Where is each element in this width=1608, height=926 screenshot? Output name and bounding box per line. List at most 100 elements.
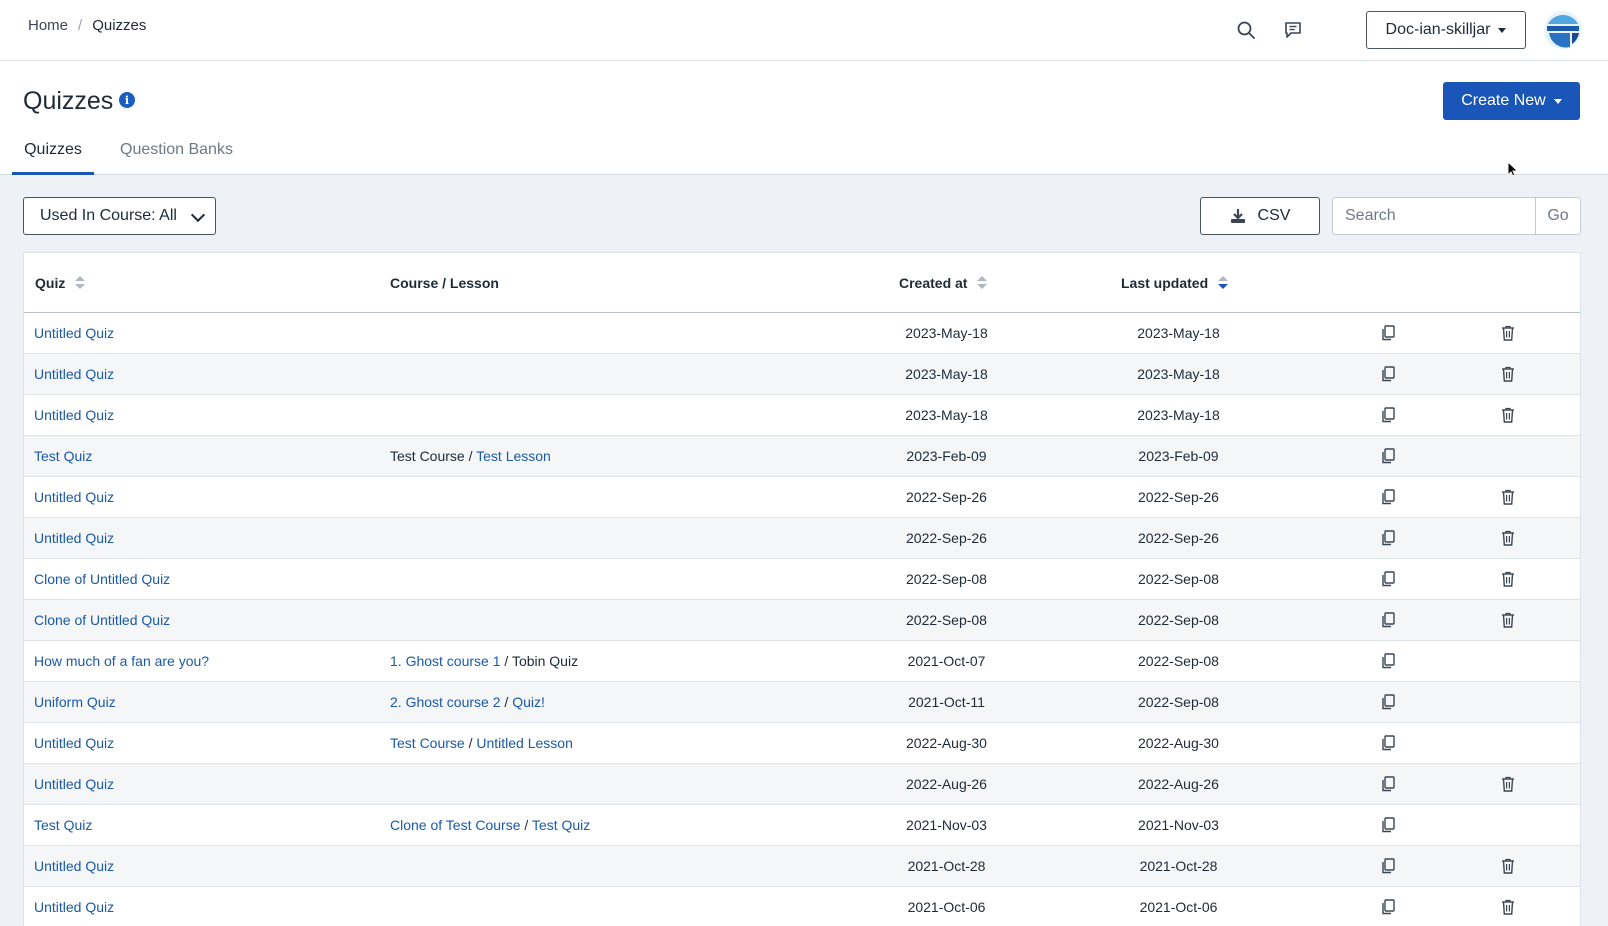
column-header-created-at[interactable]: Created at bbox=[899, 275, 988, 291]
last-updated-cell: 2022-Sep-26 bbox=[1138, 489, 1219, 505]
avatar[interactable] bbox=[1544, 11, 1582, 49]
quiz-link[interactable]: Clone of Untitled Quiz bbox=[34, 571, 170, 587]
quiz-link[interactable]: How much of a fan are you? bbox=[34, 653, 209, 669]
quiz-link[interactable]: Test Quiz bbox=[34, 448, 92, 464]
sort-desc-icon bbox=[1218, 276, 1229, 290]
sort-icon bbox=[75, 276, 86, 290]
quiz-link[interactable]: Untitled Quiz bbox=[34, 858, 114, 874]
lesson-link[interactable]: Quiz! bbox=[512, 694, 545, 710]
lesson-link: Tobin Quiz bbox=[511, 653, 579, 669]
quiz-link[interactable]: Untitled Quiz bbox=[34, 489, 114, 505]
used-in-course-filter[interactable]: Used In Course: All bbox=[23, 197, 216, 235]
course-link[interactable]: 1. Ghost course 1 bbox=[390, 653, 501, 669]
created-at-cell: 2022-Aug-26 bbox=[906, 776, 987, 792]
column-header-quiz[interactable]: Quiz bbox=[35, 275, 86, 291]
trash-icon[interactable] bbox=[1501, 489, 1517, 505]
trash-icon[interactable] bbox=[1501, 776, 1517, 792]
course-link[interactable]: Test Course bbox=[390, 735, 465, 751]
column-header-course-lesson: Course / Lesson bbox=[390, 275, 499, 291]
quiz-link[interactable]: Test Quiz bbox=[34, 817, 92, 833]
table-row: Clone of Untitled Quiz 2022-Sep-08 2022-Se… bbox=[24, 600, 1580, 641]
last-updated-cell: 2023-May-18 bbox=[1137, 325, 1220, 341]
copy-icon[interactable] bbox=[1381, 653, 1397, 669]
chat-icon[interactable] bbox=[1280, 17, 1306, 43]
course-lesson-separator: / bbox=[464, 735, 477, 751]
course-link: Test Course bbox=[390, 448, 465, 464]
copy-icon[interactable] bbox=[1381, 858, 1397, 874]
copy-icon[interactable] bbox=[1381, 817, 1397, 833]
table-row: Test Quiz Test Course / Test Lesson 2023-F… bbox=[24, 436, 1580, 477]
column-header-updated-label: Last updated bbox=[1121, 275, 1209, 291]
course-link[interactable]: Clone of Test Course bbox=[390, 817, 520, 833]
copy-icon[interactable] bbox=[1381, 530, 1397, 546]
column-header-quiz-label: Quiz bbox=[35, 275, 66, 291]
last-updated-cell: 2023-May-18 bbox=[1137, 407, 1220, 423]
course-link[interactable]: 2. Ghost course 2 bbox=[390, 694, 501, 710]
course-lesson-cell: 1. Ghost course 1 / Tobin Quiz bbox=[390, 653, 578, 669]
created-at-cell: 2022-Sep-26 bbox=[906, 530, 987, 546]
copy-icon[interactable] bbox=[1381, 694, 1397, 710]
search-input[interactable] bbox=[1332, 197, 1536, 235]
copy-icon[interactable] bbox=[1381, 612, 1397, 628]
quiz-link[interactable]: Untitled Quiz bbox=[34, 776, 114, 792]
copy-icon[interactable] bbox=[1381, 407, 1397, 423]
breadcrumb-home-link[interactable]: Home bbox=[28, 17, 68, 34]
copy-icon[interactable] bbox=[1381, 735, 1397, 751]
table-row: Untitled Quiz 2022-Sep-26 2022-Sep-26 bbox=[24, 518, 1580, 559]
copy-icon[interactable] bbox=[1381, 776, 1397, 792]
copy-icon[interactable] bbox=[1381, 899, 1397, 915]
created-at-cell: 2021-Nov-03 bbox=[906, 817, 987, 833]
quiz-link[interactable]: Untitled Quiz bbox=[34, 325, 114, 341]
last-updated-cell: 2022-Sep-08 bbox=[1138, 653, 1219, 669]
quiz-link[interactable]: Untitled Quiz bbox=[34, 735, 114, 751]
copy-icon[interactable] bbox=[1381, 489, 1397, 505]
csv-download-button[interactable]: CSV bbox=[1200, 197, 1320, 235]
created-at-cell: 2023-Feb-09 bbox=[906, 448, 987, 464]
last-updated-cell: 2022-Aug-26 bbox=[1138, 776, 1219, 792]
trash-icon[interactable] bbox=[1501, 407, 1517, 423]
copy-icon[interactable] bbox=[1381, 448, 1397, 464]
trash-icon[interactable] bbox=[1501, 858, 1517, 874]
quiz-link[interactable]: Uniform Quiz bbox=[34, 694, 116, 710]
quiz-link[interactable]: Untitled Quiz bbox=[34, 366, 114, 382]
copy-icon[interactable] bbox=[1381, 325, 1397, 341]
quiz-link[interactable]: Untitled Quiz bbox=[34, 407, 114, 423]
table-row: Untitled Quiz Test Course / Untitled Less… bbox=[24, 723, 1580, 764]
trash-icon[interactable] bbox=[1501, 366, 1517, 382]
lesson-link[interactable]: Test Lesson bbox=[476, 448, 551, 464]
trash-icon[interactable] bbox=[1501, 530, 1517, 546]
lesson-link[interactable]: Test Quiz bbox=[532, 817, 590, 833]
copy-icon[interactable] bbox=[1381, 571, 1397, 587]
create-new-label: Create New bbox=[1461, 92, 1546, 109]
create-new-button[interactable]: Create New bbox=[1443, 82, 1580, 120]
search-icon[interactable] bbox=[1233, 17, 1259, 43]
last-updated-cell: 2022-Sep-08 bbox=[1138, 694, 1219, 710]
last-updated-cell: 2021-Oct-06 bbox=[1139, 899, 1218, 915]
trash-icon[interactable] bbox=[1501, 325, 1517, 341]
table-row: Uniform Quiz 2. Ghost course 2 / Quiz! 202… bbox=[24, 682, 1580, 723]
top-bar: Home / Quizzes Doc-ian-skilljar bbox=[0, 0, 1608, 61]
last-updated-cell: 2023-Feb-09 bbox=[1138, 448, 1219, 464]
quiz-link[interactable]: Clone of Untitled Quiz bbox=[34, 612, 170, 628]
created-at-cell: 2022-Sep-08 bbox=[906, 571, 987, 587]
info-icon[interactable]: i bbox=[119, 92, 135, 108]
trash-icon[interactable] bbox=[1501, 571, 1517, 587]
csv-label: CSV bbox=[1257, 207, 1291, 224]
organization-select[interactable]: Doc-ian-skilljar bbox=[1366, 11, 1526, 49]
column-header-last-updated[interactable]: Last updated bbox=[1121, 275, 1229, 291]
column-header-created-label: Created at bbox=[899, 275, 968, 291]
table-row: Test Quiz Clone of Test Course / Test Qui… bbox=[24, 805, 1580, 846]
tab-quizzes[interactable]: Quizzes bbox=[12, 141, 94, 175]
course-lesson-separator: / bbox=[500, 694, 513, 710]
quiz-link[interactable]: Untitled Quiz bbox=[34, 530, 114, 546]
trash-icon[interactable] bbox=[1501, 612, 1517, 628]
lesson-link[interactable]: Untitled Lesson bbox=[476, 735, 573, 751]
course-lesson-separator: / bbox=[500, 653, 512, 669]
trash-icon[interactable] bbox=[1501, 899, 1517, 915]
chevron-down-icon bbox=[1553, 98, 1562, 104]
quiz-link[interactable]: Untitled Quiz bbox=[34, 899, 114, 915]
copy-icon[interactable] bbox=[1381, 366, 1397, 382]
tab-question-banks[interactable]: Question Banks bbox=[120, 141, 233, 175]
go-button[interactable]: Go bbox=[1535, 197, 1581, 235]
last-updated-cell: 2021-Oct-28 bbox=[1139, 858, 1218, 874]
